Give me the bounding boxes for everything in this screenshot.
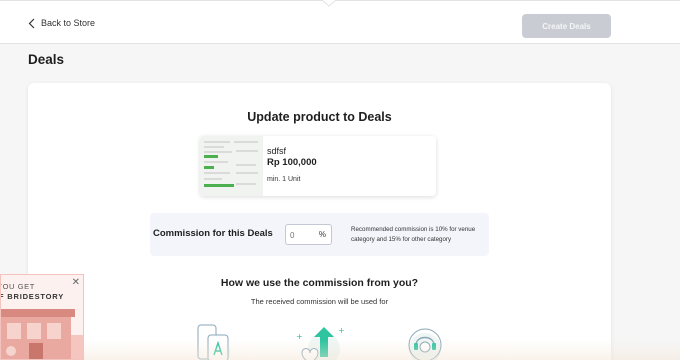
card-title: Update product to Deals xyxy=(247,110,392,124)
usage-subtitle: The received commission will be used for xyxy=(250,297,389,306)
svg-text:+: + xyxy=(338,326,345,335)
percent-unit: % xyxy=(318,230,326,239)
commission-recommendation: Recommended commission is 10% for venue … xyxy=(351,226,476,243)
product-name: sdfsf xyxy=(267,146,287,156)
top-bar: Back to Store Create Deals xyxy=(0,0,680,44)
back-to-store-label: Back to Store xyxy=(41,18,96,28)
bottom-glow xyxy=(0,340,680,360)
storefront-illustration xyxy=(1,309,83,359)
promo-popup[interactable]: YOU GET F BRIDESTORY ✕ xyxy=(0,274,84,360)
promo-line-1: YOU GET xyxy=(0,282,35,291)
promo-line-2: F BRIDESTORY xyxy=(0,292,65,301)
dropdown-notch-icon xyxy=(322,0,336,7)
commission-section: Commission for this Deals % Recommended … xyxy=(150,213,489,256)
deals-card: Update product to Deals sdfsf Rp 100,000… xyxy=(28,83,611,360)
product-price: Rp 100,000 xyxy=(267,157,317,168)
chevron-left-icon xyxy=(28,18,35,28)
product-card: sdfsf Rp 100,000 min. 1 Unit xyxy=(200,136,436,196)
create-deals-button[interactable]: Create Deals xyxy=(522,14,611,38)
commission-input[interactable] xyxy=(290,228,318,242)
product-thumbnail xyxy=(200,136,263,196)
page-title: Deals xyxy=(28,52,65,67)
back-to-store-link[interactable]: Back to Store xyxy=(28,15,95,31)
usage-title: How we use the commission from you? xyxy=(220,277,419,289)
commission-label: Commission for this Deals xyxy=(153,228,273,239)
commission-input-wrapper[interactable]: % xyxy=(285,224,332,245)
close-icon[interactable]: ✕ xyxy=(72,277,80,288)
product-min-order: min. 1 Unit xyxy=(267,176,301,183)
